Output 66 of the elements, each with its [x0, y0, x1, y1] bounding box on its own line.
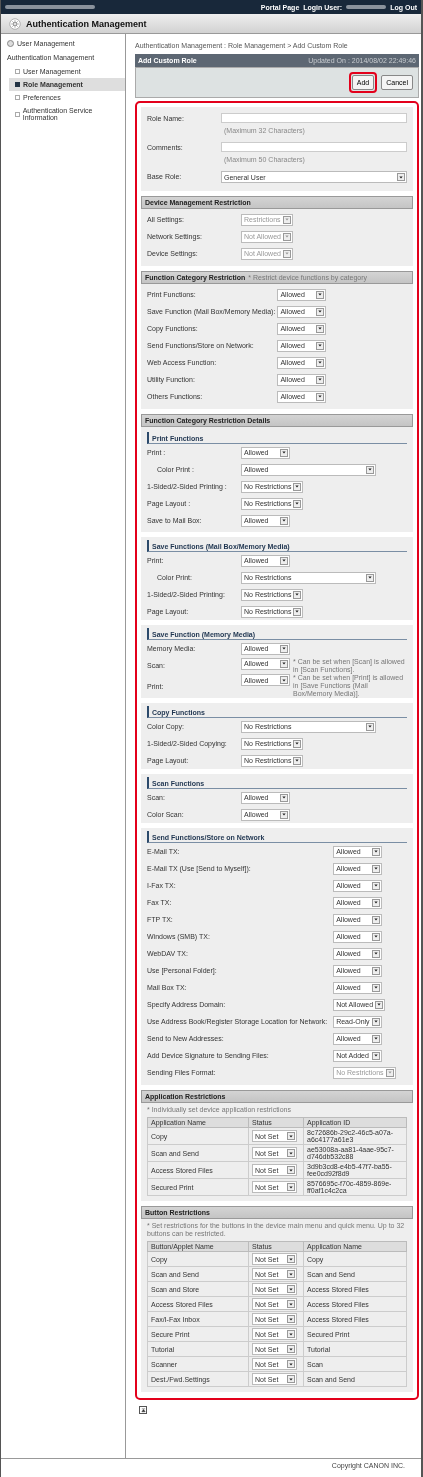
caret-icon [280, 793, 288, 802]
caret-icon [280, 676, 288, 684]
caret-icon [372, 847, 381, 856]
caret-icon [287, 1285, 295, 1293]
caret-icon [375, 1000, 384, 1009]
caret-icon [293, 590, 302, 599]
caret-icon [287, 1132, 295, 1140]
square-icon [15, 82, 20, 87]
caret-icon [372, 915, 381, 924]
caret-icon [372, 898, 381, 907]
caret-icon [293, 482, 302, 491]
caret-icon [287, 1149, 295, 1157]
caret-icon [293, 739, 302, 748]
caret-icon [280, 810, 288, 819]
caret-icon [282, 249, 291, 258]
caret-icon [280, 556, 288, 565]
square-icon [15, 69, 20, 74]
caret-icon [287, 1300, 295, 1308]
caret-icon [372, 949, 381, 958]
caret-icon [282, 232, 291, 241]
caret-icon [372, 881, 381, 890]
caret-icon [287, 1360, 295, 1368]
back-to-top-icon[interactable] [139, 1406, 147, 1414]
caret-icon [287, 1315, 295, 1323]
caret-icon [316, 392, 325, 401]
caret-icon [316, 307, 325, 316]
circle-icon [7, 40, 14, 47]
caret-icon [293, 607, 302, 616]
caret-icon [366, 722, 374, 731]
input-field[interactable] [221, 113, 407, 123]
caret-icon [287, 1345, 295, 1353]
caret-icon [372, 932, 381, 941]
caret-icon [316, 358, 325, 367]
caret-icon [287, 1375, 295, 1383]
caret-icon [397, 173, 405, 181]
gear-icon [9, 17, 21, 30]
caret-icon [280, 659, 288, 668]
caret-icon [372, 1034, 381, 1043]
caret-icon [280, 448, 288, 457]
square-icon [15, 111, 20, 117]
caret-icon [366, 573, 374, 582]
caret-icon [316, 324, 325, 333]
caret-icon [293, 499, 302, 508]
caret-icon [287, 1166, 295, 1174]
caret-icon [287, 1183, 295, 1191]
caret-icon [372, 966, 381, 975]
input-field[interactable] [221, 142, 407, 152]
caret-icon [366, 465, 374, 474]
caret-icon [280, 516, 288, 525]
square-icon [15, 95, 20, 100]
caret-icon [385, 1068, 394, 1077]
caret-icon [287, 1255, 295, 1263]
caret-icon [287, 1270, 295, 1278]
caret-icon [372, 1017, 381, 1026]
caret-icon [372, 864, 381, 873]
caret-icon [293, 756, 302, 765]
caret-icon [372, 1051, 381, 1060]
caret-icon [316, 290, 325, 299]
caret-icon [280, 644, 288, 653]
caret-icon [316, 375, 325, 384]
caret-icon [316, 341, 325, 350]
caret-icon [282, 215, 291, 224]
app-title: Authentication Management [26, 18, 147, 29]
caret-icon [287, 1330, 295, 1338]
redacted-block [346, 5, 387, 9]
caret-icon [372, 983, 381, 992]
